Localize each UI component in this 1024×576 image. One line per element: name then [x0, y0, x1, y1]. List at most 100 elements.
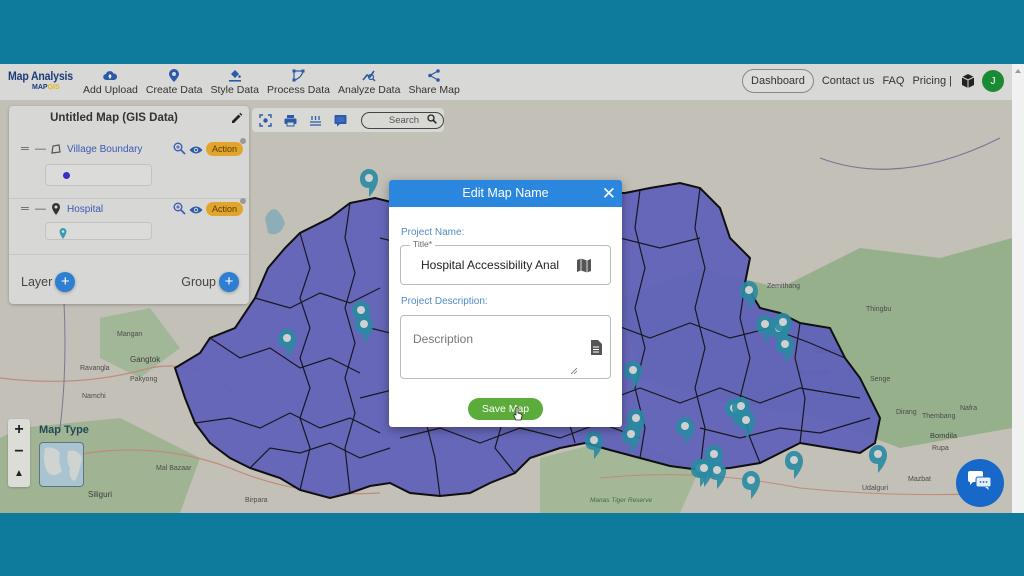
print-icon[interactable]: [284, 114, 297, 127]
hospital-marker[interactable]: [785, 451, 803, 479]
user-avatar[interactable]: J: [982, 70, 1004, 92]
layer-panel: Untitled Map (GIS Data) ═ — Village Boun…: [9, 106, 249, 304]
zoom-to-layer-icon[interactable]: [173, 202, 187, 216]
cloud-upload-icon: [102, 68, 118, 82]
faq-link[interactable]: FAQ: [882, 75, 904, 87]
title-input[interactable]: Hospital Accessibility Analysis: [421, 258, 559, 272]
search-icon: [427, 111, 437, 129]
polygon-icon: [49, 142, 63, 156]
layer-row-hospital: ═ — Hospital Action: [21, 198, 246, 218]
visibility-eye-icon[interactable]: [189, 142, 203, 156]
hospital-marker[interactable]: [360, 169, 378, 197]
document-icon: [590, 340, 602, 355]
description-textarea[interactable]: Description: [400, 315, 611, 379]
chat-widget-button[interactable]: [956, 459, 1004, 507]
panel-footer: Layer + Group +: [21, 272, 239, 292]
add-group-label: Group: [181, 275, 216, 289]
hospital-marker[interactable]: [585, 431, 603, 459]
layer-remove-dot[interactable]: [240, 138, 246, 144]
hospital-marker[interactable]: [622, 425, 640, 453]
dashboard-button[interactable]: Dashboard: [742, 69, 814, 93]
app-window: Zemithang Tawang Bongkhar Bomdila Gangto…: [0, 64, 1024, 513]
nav-label: Style Data: [210, 84, 259, 96]
location-pin-icon: [166, 68, 182, 82]
map-type-thumbnail: [44, 447, 82, 481]
scroll-up-arrow-icon[interactable]: [1015, 69, 1021, 73]
layer-legend-village-boundary[interactable]: [45, 164, 152, 186]
logo-subtitle: MAPGIS: [8, 84, 78, 91]
layer-name[interactable]: Hospital: [67, 204, 171, 215]
layer-action-button[interactable]: Action: [205, 138, 246, 156]
nav-add-upload[interactable]: Add Upload: [80, 68, 141, 96]
hospital-marker[interactable]: [708, 461, 726, 489]
measure-icon[interactable]: [309, 114, 322, 127]
dialog-title: Edit Map Name: [462, 186, 549, 200]
cube-icon[interactable]: [960, 73, 976, 89]
layer-remove-dot[interactable]: [240, 198, 246, 204]
app-header: Map Analysis MAPGIS Add Upload Create Da…: [0, 64, 1012, 100]
contact-us-link[interactable]: Contact us: [822, 75, 875, 87]
zoom-in-button[interactable]: +: [8, 419, 30, 441]
hospital-marker[interactable]: [355, 315, 373, 343]
page-scrollbar[interactable]: [1012, 64, 1024, 513]
title-field[interactable]: Title* Hospital Accessibility Analysis: [400, 239, 611, 285]
nav-style-data[interactable]: Style Data: [208, 68, 262, 96]
hospital-marker[interactable]: [676, 417, 694, 445]
map-search-button[interactable]: Search: [361, 111, 444, 129]
search-label: Search: [388, 114, 419, 126]
save-map-button[interactable]: Save Map: [468, 398, 543, 420]
hospital-marker[interactable]: [737, 411, 755, 439]
hospital-marker[interactable]: [278, 329, 296, 357]
edit-map-name-dialog: Edit Map Name ✕ Project Name: Title* Hos…: [389, 180, 622, 427]
resize-handle-icon[interactable]: [570, 361, 578, 375]
drag-handle-icon[interactable]: ═: [21, 143, 35, 155]
logo-sub-map: MAP: [32, 84, 48, 91]
map-icon: [576, 258, 592, 273]
hospital-marker[interactable]: [740, 281, 758, 309]
hospital-marker[interactable]: [869, 445, 887, 473]
chat-bubbles-icon: [968, 470, 992, 496]
nav-create-data[interactable]: Create Data: [143, 68, 206, 96]
zoom-to-layer-icon[interactable]: [173, 142, 187, 156]
analyze-icon: [361, 68, 377, 82]
zoom-controls: + − ▲: [8, 419, 30, 487]
layer-name[interactable]: Village Boundary: [67, 144, 171, 155]
video-frame-bottom: [0, 513, 1024, 576]
nav-label: Add Upload: [83, 84, 138, 96]
account-nav: Dashboard Contact us FAQ Pricing | J: [742, 69, 1004, 93]
add-group-button[interactable]: +: [219, 272, 239, 292]
drag-handle-icon[interactable]: ═: [21, 203, 35, 215]
nav-label: Process Data: [266, 84, 330, 96]
nav-analyze-data[interactable]: Analyze Data: [335, 68, 403, 96]
hospital-marker[interactable]: [742, 471, 760, 499]
divider: [9, 254, 249, 255]
map-type-label: Map Type: [39, 424, 89, 436]
point-marker-icon: [49, 202, 63, 216]
hospital-marker[interactable]: [624, 361, 642, 389]
layer-row-village-boundary: ═ — Village Boundary Action: [21, 138, 246, 158]
map-type-switcher[interactable]: [39, 442, 84, 487]
layer-action-button[interactable]: Action: [205, 198, 246, 216]
add-layer-button[interactable]: +: [55, 272, 76, 292]
layer-legend-hospital[interactable]: [45, 222, 152, 240]
nav-share-map[interactable]: Share Map: [405, 68, 462, 96]
logo-sub-gis: GIS: [47, 84, 60, 91]
visibility-eye-icon[interactable]: [189, 202, 203, 216]
zoom-out-button[interactable]: −: [8, 441, 30, 463]
hand-cursor-icon: [513, 406, 523, 421]
reset-north-button[interactable]: ▲: [8, 463, 30, 485]
comment-icon[interactable]: [334, 114, 347, 127]
add-layer: Layer +: [21, 272, 76, 292]
logo[interactable]: Map Analysis MAPGIS: [8, 69, 78, 91]
collapse-icon[interactable]: —: [35, 143, 49, 155]
pencil-icon[interactable]: [231, 111, 243, 123]
nav-process-data[interactable]: Process Data: [264, 68, 333, 96]
fullscreen-icon[interactable]: [259, 113, 272, 127]
action-label: Action: [211, 144, 237, 154]
close-icon[interactable]: ✕: [602, 180, 616, 207]
collapse-icon[interactable]: —: [35, 203, 49, 215]
hospital-marker[interactable]: [776, 335, 794, 363]
pricing-link[interactable]: Pricing |: [912, 75, 952, 87]
add-group: Group +: [181, 272, 239, 292]
video-frame-top: [0, 0, 1024, 64]
